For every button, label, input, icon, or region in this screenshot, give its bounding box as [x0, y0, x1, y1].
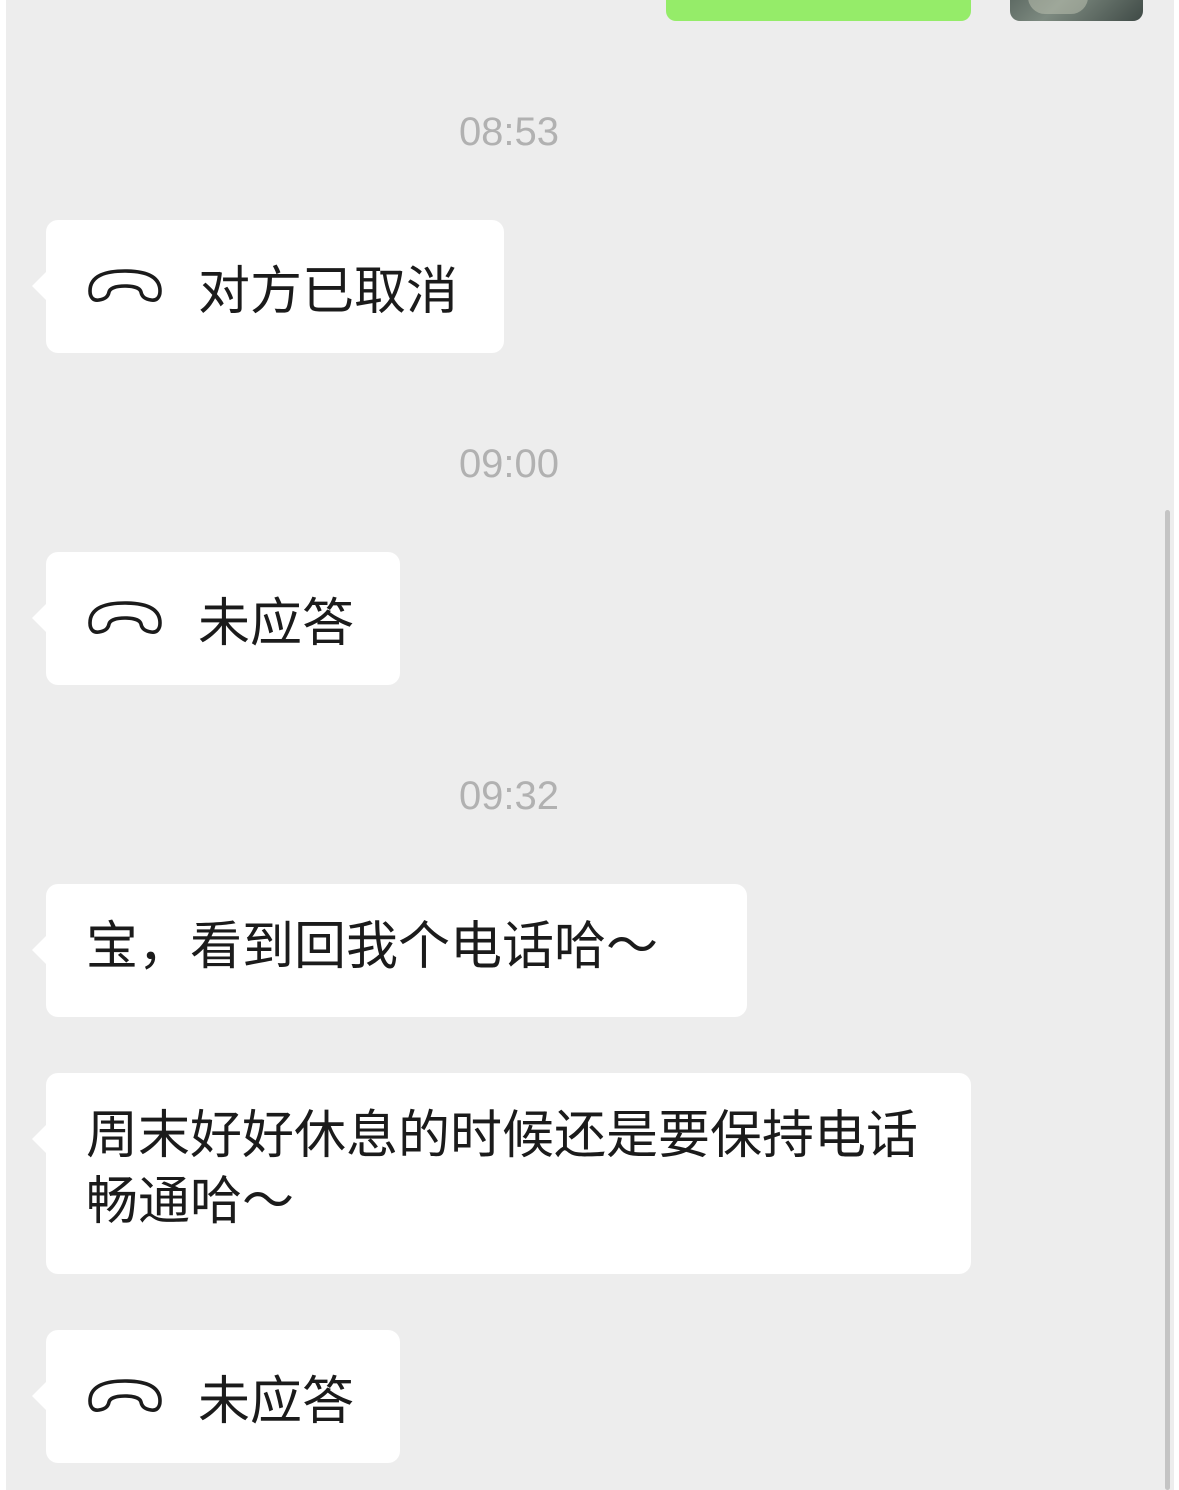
- timestamp: 08:53: [458, 110, 560, 154]
- text-message-bubble[interactable]: 周末好好休息的时候还是要保持电话畅通哈～: [32, 1073, 971, 1274]
- call-record-bubble[interactable]: 对方已取消: [31, 220, 505, 353]
- call-record-bubble[interactable]: 未应答: [31, 552, 401, 685]
- call-status-text: 未应答: [198, 1372, 355, 1432]
- avatar[interactable]: [1010, 0, 1143, 21]
- chat-view[interactable]: 08:53 对方已取消 09:00 未应答 09:32 宝，看到回我个电话哈～ …: [6, 0, 1174, 1490]
- outgoing-message-bubble[interactable]: [666, 0, 971, 21]
- scrollbar[interactable]: [1165, 510, 1170, 1490]
- call-status-text: 未应答: [198, 594, 355, 654]
- message-text: 周末好好休息的时候还是要保持电话畅通哈～: [86, 1106, 919, 1232]
- text-message-bubble[interactable]: 宝，看到回我个电话哈～: [32, 884, 747, 1017]
- call-record-bubble[interactable]: 未应答: [31, 1330, 401, 1463]
- phone-handset-icon: [88, 600, 162, 634]
- phone-handset-icon: [88, 1378, 162, 1412]
- call-status-text: 对方已取消: [198, 262, 459, 322]
- phone-handset-icon: [88, 268, 162, 302]
- timestamp: 09:00: [458, 442, 560, 486]
- message-text: 宝，看到回我个电话哈～: [86, 917, 659, 977]
- timestamp: 09:32: [458, 774, 560, 818]
